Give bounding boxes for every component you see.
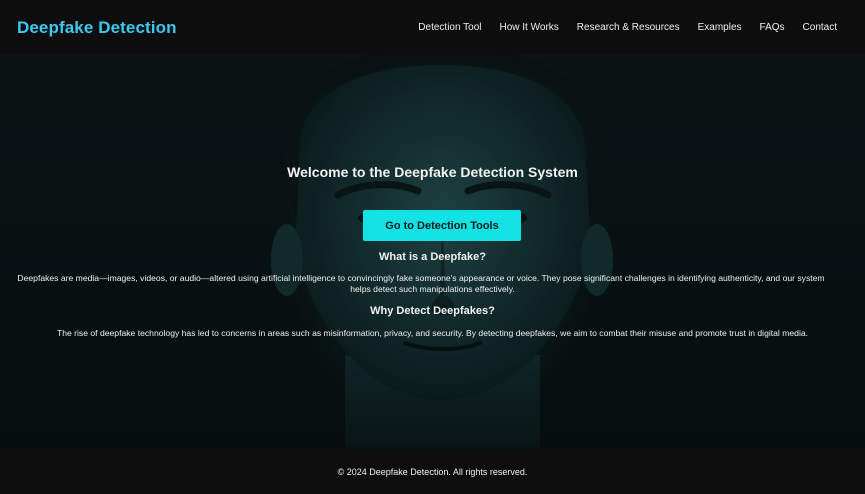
nav-link-contact[interactable]: Contact xyxy=(803,22,837,33)
nav-link-faqs[interactable]: FAQs xyxy=(760,22,785,33)
hero-section: Welcome to the Deepfake Detection System… xyxy=(0,55,865,449)
what-is-deepfake-heading: What is a Deepfake? xyxy=(379,251,486,263)
nav-link-research-resources[interactable]: Research & Resources xyxy=(577,22,680,33)
why-detect-heading: Why Detect Deepfakes? xyxy=(370,305,495,317)
footer-copyright: © 2024 Deepfake Detection. All rights re… xyxy=(337,466,528,477)
nav-link-examples[interactable]: Examples xyxy=(698,22,742,33)
main-nav: Detection Tool How It Works Research & R… xyxy=(418,22,837,33)
what-is-deepfake-text-line1: Deepfakes are media—images, videos, or a… xyxy=(17,273,825,283)
nav-link-how-it-works[interactable]: How It Works xyxy=(500,22,559,33)
site-logo-text[interactable]: Deepfake Detection xyxy=(17,18,177,38)
why-detect-text: The rise of deepfake technology has led … xyxy=(56,328,809,338)
hero-title: Welcome to the Deepfake Detection System xyxy=(287,164,578,180)
site-footer: © 2024 Deepfake Detection. All rights re… xyxy=(0,449,865,494)
go-to-detection-tools-button[interactable]: Go to Detection Tools xyxy=(363,210,521,241)
nav-link-detection-tool[interactable]: Detection Tool xyxy=(418,22,481,33)
top-navbar: Deepfake Detection Detection Tool How It… xyxy=(0,0,865,55)
hero-content: Welcome to the Deepfake Detection System… xyxy=(0,55,865,449)
what-is-deepfake-text-line2: helps detect such manipulations effectiv… xyxy=(350,284,515,294)
what-is-deepfake-text: Deepfakes are media—images, videos, or a… xyxy=(0,273,865,295)
